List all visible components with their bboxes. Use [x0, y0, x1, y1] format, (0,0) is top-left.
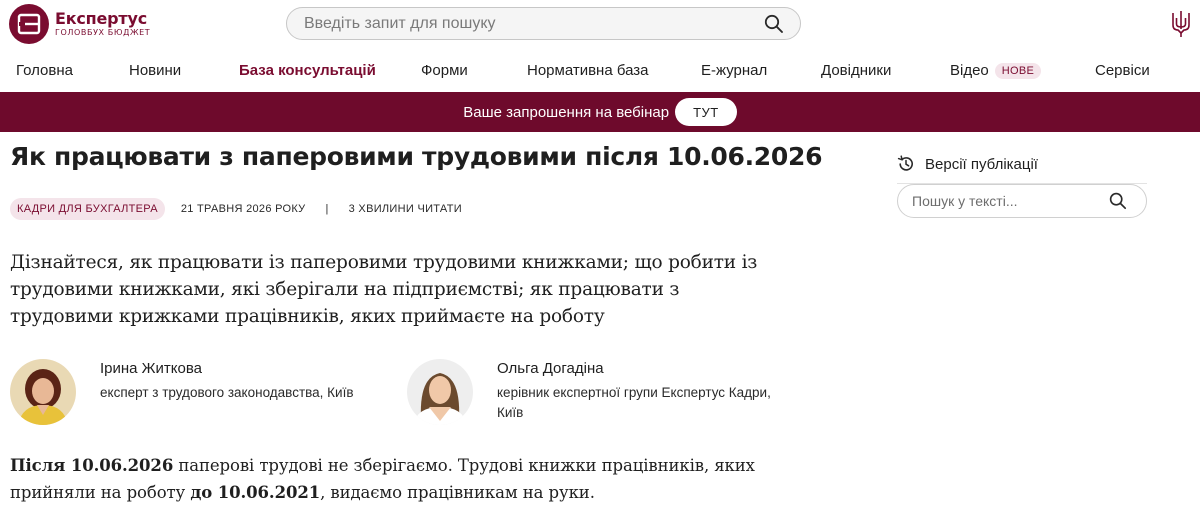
banner-text: Ваше запрошення на вебінар — [463, 103, 670, 121]
author-card: Ольга Догадіна керівник експертної групи… — [407, 359, 797, 425]
read-time: 3 ХВИЛИНИ ЧИТАТИ — [348, 202, 462, 215]
search-icon[interactable] — [764, 14, 784, 34]
trident-icon — [1172, 11, 1190, 37]
article-title: Як працювати з паперовими трудовими післ… — [10, 142, 823, 171]
category-tag[interactable]: КАДРИ ДЛЯ БУХГАЛТЕРА — [10, 197, 165, 220]
logo-name: Експертус — [55, 9, 148, 28]
webinar-banner: Ваше запрошення на вебінар ТУТ — [0, 92, 1200, 132]
search-icon[interactable] — [1109, 192, 1127, 210]
author-role: експерт з трудового законодавства, Київ — [100, 385, 354, 400]
publish-date: 21 ТРАВНЯ 2026 РОКУ — [180, 202, 306, 215]
search-input[interactable] — [304, 14, 744, 33]
avatar[interactable] — [407, 359, 473, 425]
meta-separator: | — [325, 202, 329, 215]
author-name[interactable]: Ірина Житкова — [100, 359, 400, 379]
nav-item-home[interactable]: Головна — [16, 62, 73, 79]
logo-subtitle: ГОЛОВБУХ БЮДЖЕТ — [55, 28, 151, 37]
nav-item-news[interactable]: Новини — [129, 62, 181, 79]
avatar[interactable] — [10, 359, 76, 425]
bold-date: Після 10.06.2026 — [10, 456, 174, 475]
nav-item-video[interactable]: Відео НОВЕ — [950, 62, 1042, 79]
publication-versions[interactable]: Версії публікації — [897, 155, 1038, 173]
text-search-input[interactable] — [912, 193, 1092, 209]
site-header: Експертус ГОЛОВБУХ БЮДЖЕТ — [0, 0, 1200, 50]
logo-icon — [9, 4, 49, 44]
author-role: керівник експертної групи Експертус Кадр… — [497, 385, 771, 420]
author-name[interactable]: Ольга Догадіна — [497, 359, 797, 379]
site-logo[interactable]: Експертус ГОЛОВБУХ БЮДЖЕТ — [9, 4, 150, 44]
nav-item-consultations[interactable]: База консультацій — [239, 62, 376, 79]
nav-item-normative[interactable]: Нормативна база — [527, 62, 649, 79]
main-nav: Головна Новини База консультацій Форми Н… — [0, 52, 1200, 92]
article-lead: Дізнайтеся, як працювати із паперовими т… — [10, 252, 758, 327]
nav-item-journal[interactable]: Е-журнал — [701, 62, 767, 79]
history-icon — [897, 155, 913, 171]
banner-button[interactable]: ТУТ — [675, 98, 737, 126]
nav-item-forms[interactable]: Форми — [421, 62, 468, 79]
site-search — [286, 7, 801, 40]
text-search — [897, 184, 1147, 218]
new-badge: НОВЕ — [994, 63, 1042, 79]
author-card: Ірина Житкова експерт з трудового законо… — [10, 359, 400, 425]
paragraph-text: , видаємо працівникам на руки. — [320, 483, 595, 502]
nav-item-video-label: Відео — [950, 62, 989, 79]
versions-label: Версії публікації — [925, 155, 1038, 173]
nav-item-references[interactable]: Довідники — [821, 62, 891, 79]
article-meta: КАДРИ ДЛЯ БУХГАЛТЕРА 21 ТРАВНЯ 2026 РОКУ… — [10, 197, 462, 220]
nav-item-services[interactable]: Сервіси — [1095, 62, 1150, 79]
bold-date: до 10.06.2021 — [190, 483, 321, 502]
article-paragraph: Після 10.06.2026 паперові трудові не збе… — [10, 452, 790, 505]
